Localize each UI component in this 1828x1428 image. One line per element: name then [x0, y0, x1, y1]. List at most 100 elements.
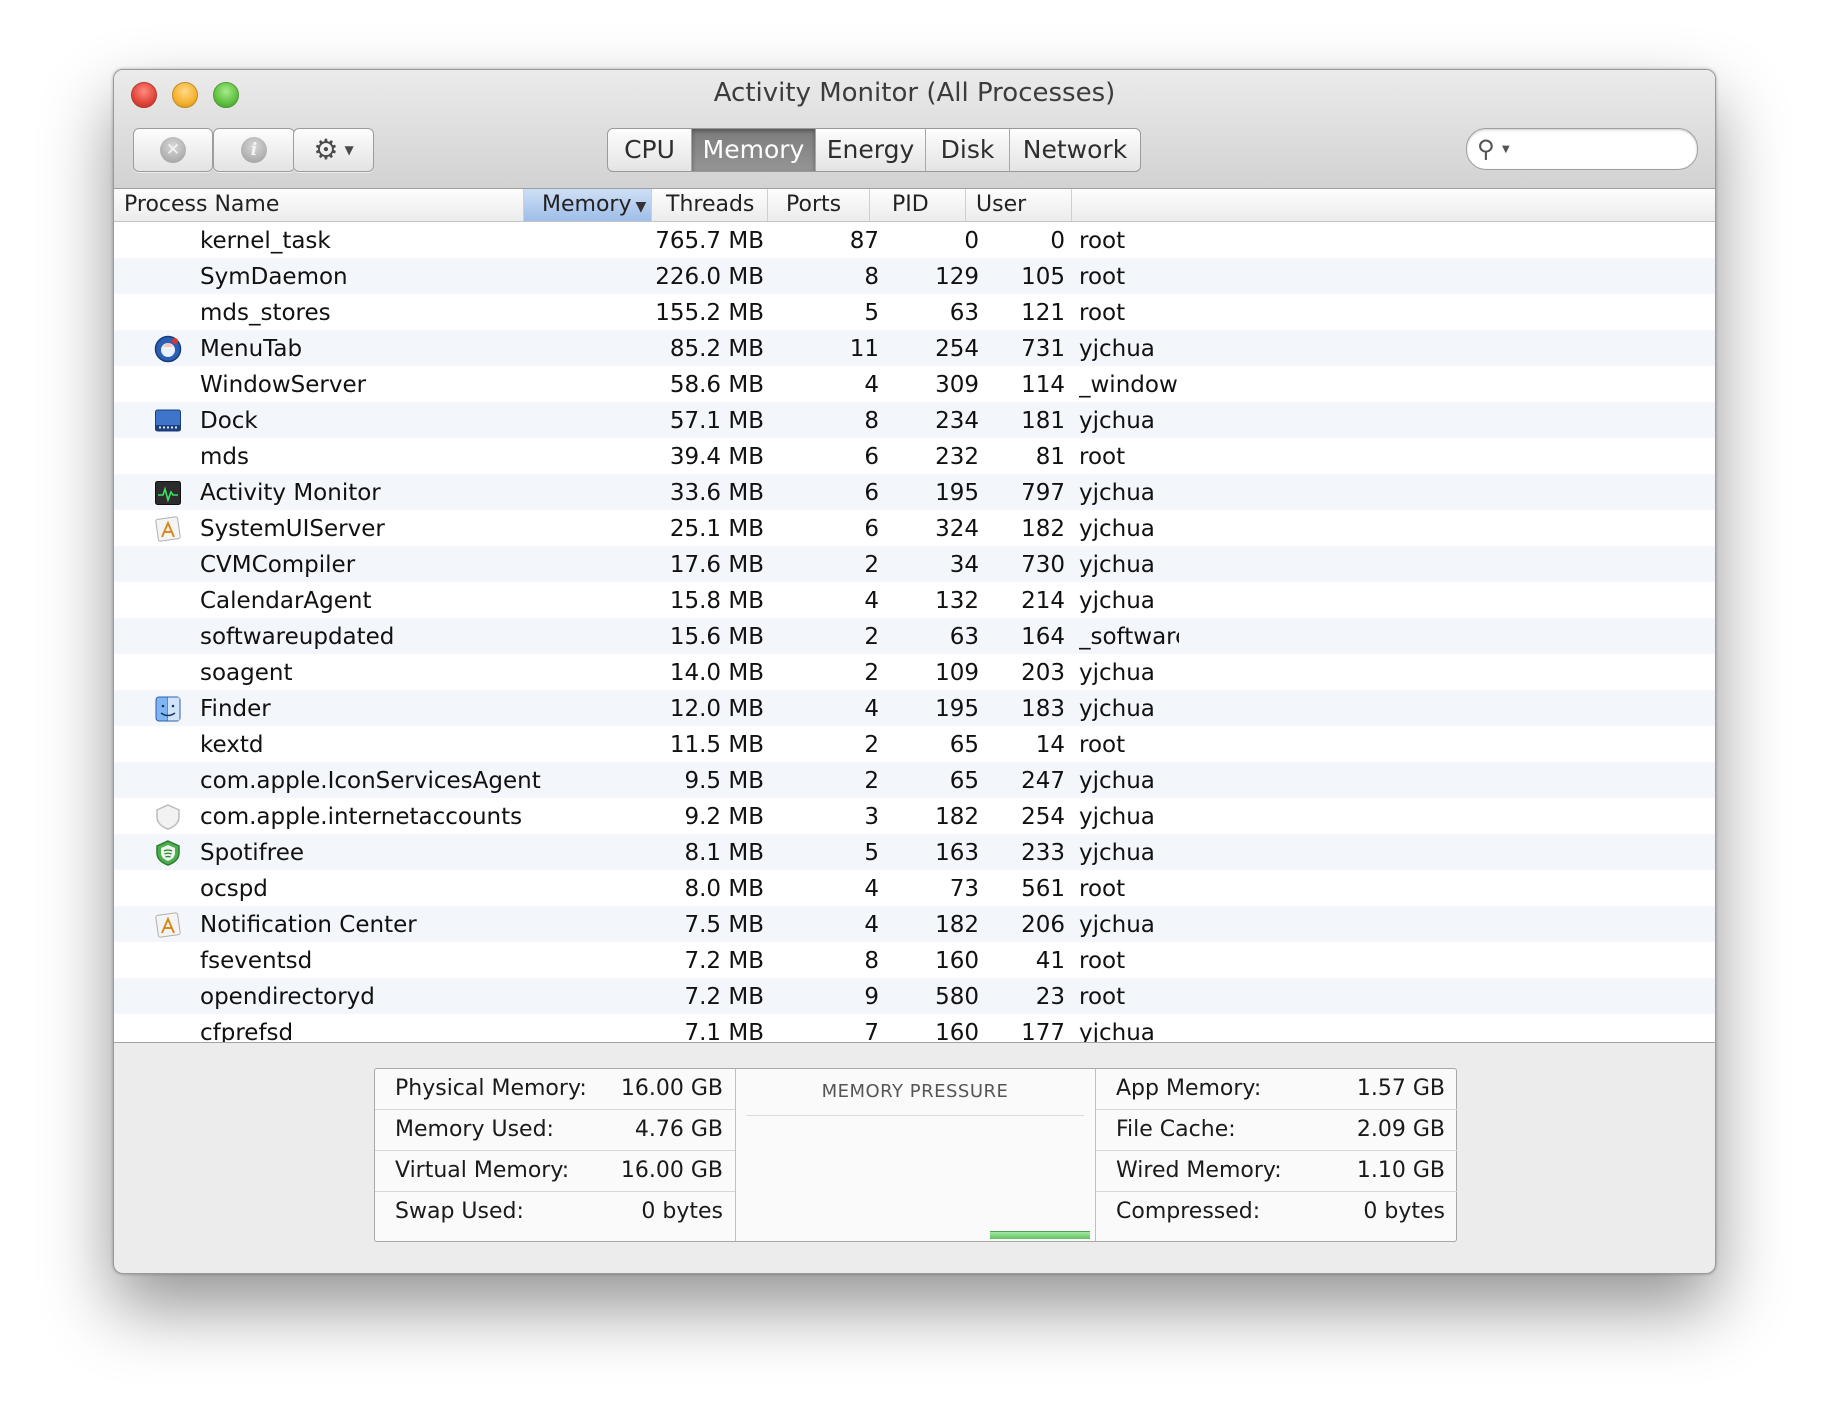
- table-row[interactable]: Activity Monitor 33.6 MB 6 195 797 yjchua: [114, 474, 1715, 510]
- user-cell: yjchua: [1079, 696, 1155, 722]
- table-row[interactable]: soagent 14.0 MB 2 109 203 yjchua: [114, 654, 1715, 690]
- pid-cell: 177: [1021, 1020, 1065, 1043]
- pid-cell: 214: [1021, 588, 1065, 614]
- table-row[interactable]: Notification Center 7.5 MB 4 182 206 yjchua: [114, 906, 1715, 942]
- search-field[interactable]: ⚲ ▼: [1466, 128, 1698, 170]
- quit-process-button[interactable]: ✕: [133, 128, 213, 172]
- table-row[interactable]: kextd 11.5 MB 2 65 14 root: [114, 726, 1715, 762]
- column-header-label: User: [976, 192, 1027, 217]
- table-row[interactable]: com.apple.internetaccounts 9.2 MB 3 182 254 y…: [114, 798, 1715, 834]
- threads-cell: 2: [864, 768, 879, 794]
- window-title: Activity Monitor (All Processes): [713, 78, 1116, 108]
- memory-pressure-title: MEMORY PRESSURE: [821, 1081, 1009, 1102]
- tab-network[interactable]: Network: [1010, 129, 1140, 171]
- column-header-memory[interactable]: Memory ▼: [524, 189, 652, 221]
- memory-stat-row: App Memory: 1.57 GB: [1096, 1069, 1457, 1110]
- sort-descending-icon: ▼: [635, 199, 647, 215]
- search-icon: ⚲: [1477, 135, 1495, 163]
- user-cell: yjchua: [1079, 516, 1155, 542]
- ports-cell: 109: [935, 660, 979, 686]
- blank-icon-slot: [154, 870, 184, 906]
- table-row[interactable]: opendirectoryd 7.2 MB 9 580 23 root: [114, 978, 1715, 1014]
- column-header-pid[interactable]: PID: [870, 189, 966, 221]
- table-row[interactable]: MenuTab 85.2 MB 11 254 731 yjchua: [114, 330, 1715, 366]
- table-row[interactable]: cfprefsd 7.1 MB 7 160 177 yjchua: [114, 1014, 1715, 1043]
- stat-label: Swap Used:: [395, 1199, 524, 1224]
- table-row[interactable]: fseventsd 7.2 MB 8 160 41 root: [114, 942, 1715, 978]
- blank-icon-slot: [154, 258, 184, 294]
- table-row[interactable]: SystemUIServer 25.1 MB 6 324 182 yjchua: [114, 510, 1715, 546]
- column-header-label: Process Name: [124, 192, 280, 217]
- pid-cell: 731: [1021, 336, 1065, 362]
- pid-cell: 203: [1021, 660, 1065, 686]
- column-header-threads[interactable]: Threads: [652, 189, 768, 221]
- blank-icon-slot: [154, 366, 184, 402]
- table-row[interactable]: CalendarAgent 15.8 MB 4 132 214 yjchua: [114, 582, 1715, 618]
- process-name-cell: fseventsd: [200, 948, 313, 974]
- memory-cell: 25.1 MB: [669, 516, 764, 542]
- user-cell: root: [1079, 948, 1126, 974]
- column-header-user[interactable]: User: [966, 189, 1072, 221]
- shield-grey-icon: [154, 798, 184, 834]
- stat-value: 1.10 GB: [1356, 1158, 1445, 1183]
- ports-cell: 195: [935, 696, 979, 722]
- table-row[interactable]: com.apple.IconServicesAgent 9.5 MB 2 65 247 y…: [114, 762, 1715, 798]
- threads-cell: 6: [864, 480, 879, 506]
- tab-energy[interactable]: Energy: [816, 129, 926, 171]
- table-row[interactable]: softwareupdated 15.6 MB 2 63 164 _software: [114, 618, 1715, 654]
- memory-cell: 11.5 MB: [669, 732, 764, 758]
- process-name-cell: com.apple.internetaccounts: [200, 804, 523, 830]
- table-row[interactable]: Finder 12.0 MB 4 195 183 yjchua: [114, 690, 1715, 726]
- memory-cell: 9.5 MB: [684, 768, 764, 794]
- ports-cell: 324: [935, 516, 979, 542]
- process-name-cell: Finder: [200, 696, 271, 722]
- pid-cell: 182: [1021, 516, 1065, 542]
- pid-cell: 14: [1035, 732, 1065, 758]
- column-header-process-name[interactable]: Process Name: [114, 189, 524, 221]
- table-row[interactable]: WindowServer 58.6 MB 4 309 114 _window: [114, 366, 1715, 402]
- pid-cell: 797: [1021, 480, 1065, 506]
- table-row[interactable]: kernel_task 765.7 MB 87 0 0 root: [114, 222, 1715, 258]
- table-row[interactable]: mds_stores 155.2 MB 5 63 121 root: [114, 294, 1715, 330]
- user-cell: yjchua: [1079, 588, 1155, 614]
- table-row[interactable]: ocspd 8.0 MB 4 73 561 root: [114, 870, 1715, 906]
- column-header-label: Threads: [666, 192, 755, 217]
- memory-cell: 7.2 MB: [684, 948, 764, 974]
- search-input[interactable]: [1519, 135, 1688, 163]
- memory-summary-panel: Physical Memory: 16.00 GB Memory Used: 4.76…: [374, 1068, 1457, 1242]
- memory-cell: 7.2 MB: [684, 984, 764, 1010]
- column-header-ports[interactable]: Ports: [768, 189, 870, 221]
- table-row[interactable]: mds 39.4 MB 6 232 81 root: [114, 438, 1715, 474]
- inspect-process-button[interactable]: i: [213, 128, 295, 172]
- shield-green-icon: [154, 834, 184, 870]
- process-name-cell: CVMCompiler: [200, 552, 356, 578]
- ports-cell: 132: [935, 588, 979, 614]
- threads-cell: 87: [849, 228, 879, 254]
- user-cell: yjchua: [1079, 1020, 1155, 1043]
- pid-cell: 164: [1021, 624, 1065, 650]
- table-row[interactable]: Dock 57.1 MB 8 234 181 yjchua: [114, 402, 1715, 438]
- blank-icon-slot: [154, 978, 184, 1014]
- memory-stat-row: Physical Memory: 16.00 GB: [375, 1069, 735, 1110]
- tab-memory[interactable]: Memory: [692, 129, 816, 171]
- memory-cell: 8.0 MB: [684, 876, 764, 902]
- tab-disk[interactable]: Disk: [926, 129, 1010, 171]
- memory-cell: 226.0 MB: [655, 264, 764, 290]
- user-cell: root: [1079, 984, 1126, 1010]
- pid-cell: 254: [1021, 804, 1065, 830]
- user-cell: root: [1079, 228, 1126, 254]
- user-cell: _window: [1079, 372, 1178, 398]
- threads-cell: 2: [864, 624, 879, 650]
- pid-cell: 121: [1021, 300, 1065, 326]
- table-row[interactable]: SymDaemon 226.0 MB 8 129 105 root: [114, 258, 1715, 294]
- ports-cell: 65: [949, 768, 979, 794]
- user-cell: root: [1079, 876, 1126, 902]
- table-row[interactable]: Spotifree 8.1 MB 5 163 233 yjchua: [114, 834, 1715, 870]
- threads-cell: 2: [864, 552, 879, 578]
- stat-value: 16.00 GB: [620, 1158, 723, 1183]
- action-menu-button[interactable]: ⚙ ▼: [293, 128, 374, 172]
- tab-cpu[interactable]: CPU: [608, 129, 692, 171]
- table-row[interactable]: CVMCompiler 17.6 MB 2 34 730 yjchua: [114, 546, 1715, 582]
- memory-cell: 12.0 MB: [669, 696, 764, 722]
- ports-cell: 73: [949, 876, 979, 902]
